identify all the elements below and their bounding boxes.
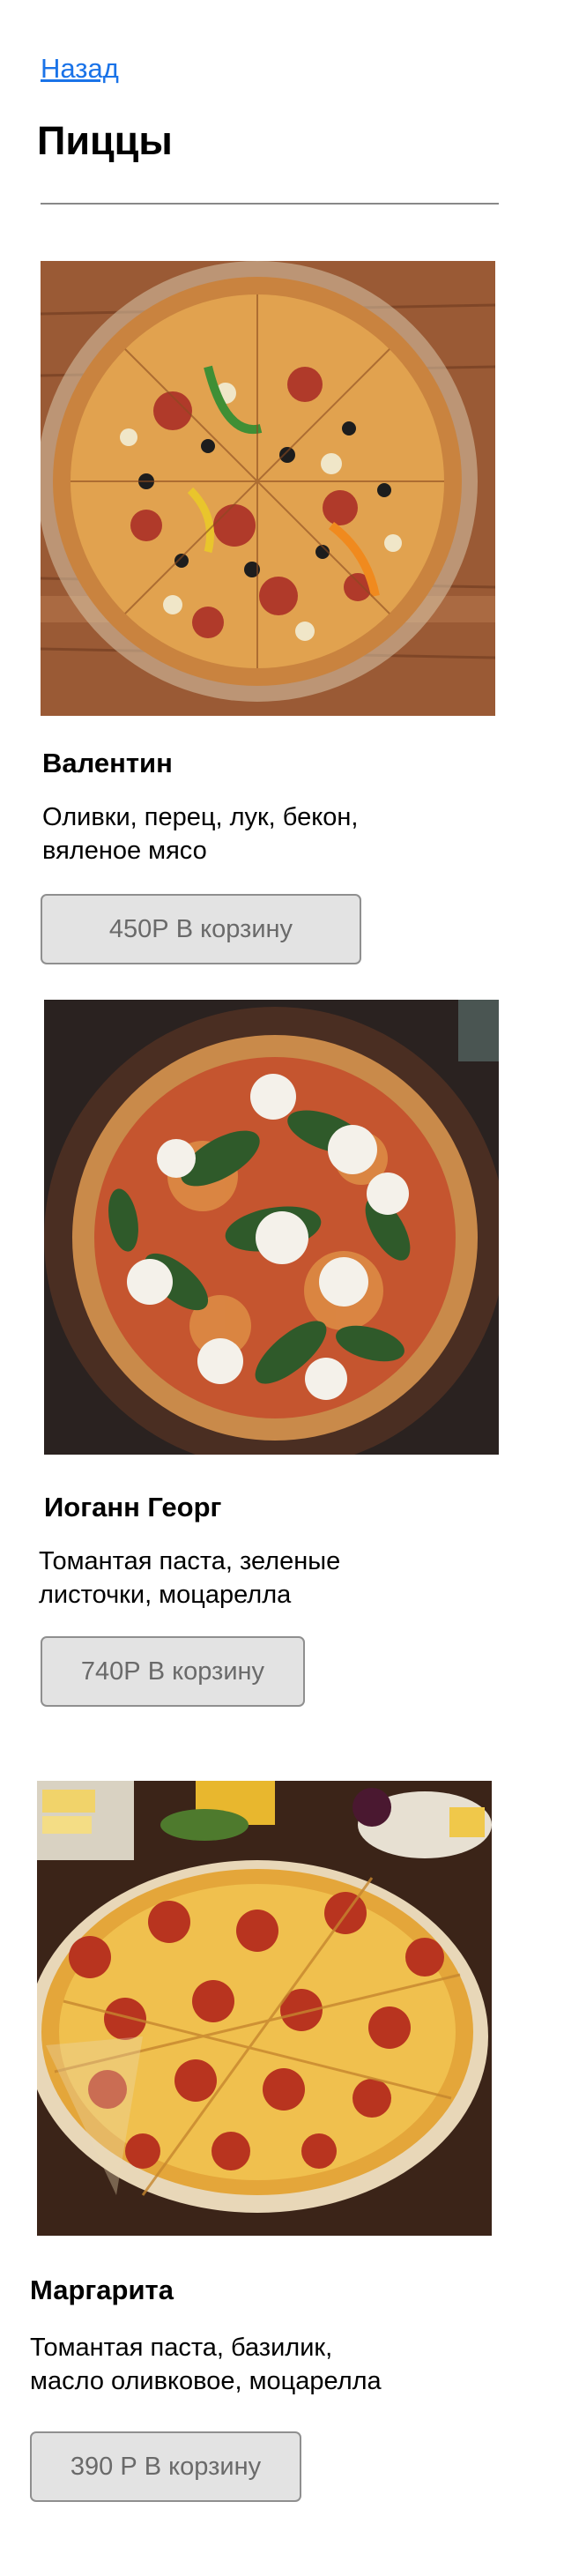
pizza-description: Оливки, перец, лук, бекон, вяленое мясо (42, 800, 358, 867)
pizza-description-line-1: Томантая паста, базилик, (30, 2334, 333, 2362)
add-to-cart-button-valentin[interactable]: 450Р В корзину (41, 894, 361, 964)
pizza-name: Маргарита (30, 2274, 174, 2305)
pizza-description-line-1: Томантая паста, зеленые (39, 1547, 341, 1575)
pizza-description-line-2: масло оливковое, моцарелла (30, 2367, 382, 2395)
pizza-name: Иоганн Георг (44, 1492, 222, 1523)
pizza-description-line-2: вяленое мясо (42, 837, 207, 865)
pizza-description: Томантая паста, базилик, масло оливковое… (30, 2331, 382, 2398)
pizza-description: Томантая паста, зеленые листочки, моцаре… (39, 1545, 340, 1612)
pizza-image-margarita (37, 1781, 492, 2236)
pizza-image-iogann-georg (44, 1000, 499, 1455)
pizza-name: Валентин (42, 748, 173, 778)
pizza-description-line-2: листочки, моцарелла (39, 1581, 292, 1609)
pizza-image-valentin (41, 261, 495, 716)
pizza-description-line-1: Оливки, перец, лук, бекон, (42, 803, 359, 831)
back-link[interactable]: Назад (41, 53, 119, 85)
page-title: Пиццы (37, 118, 173, 163)
add-to-cart-button-iogann-georg[interactable]: 740Р В корзину (41, 1636, 305, 1707)
title-divider (41, 203, 499, 205)
add-to-cart-button-margarita[interactable]: 390 Р В корзину (30, 2431, 301, 2502)
